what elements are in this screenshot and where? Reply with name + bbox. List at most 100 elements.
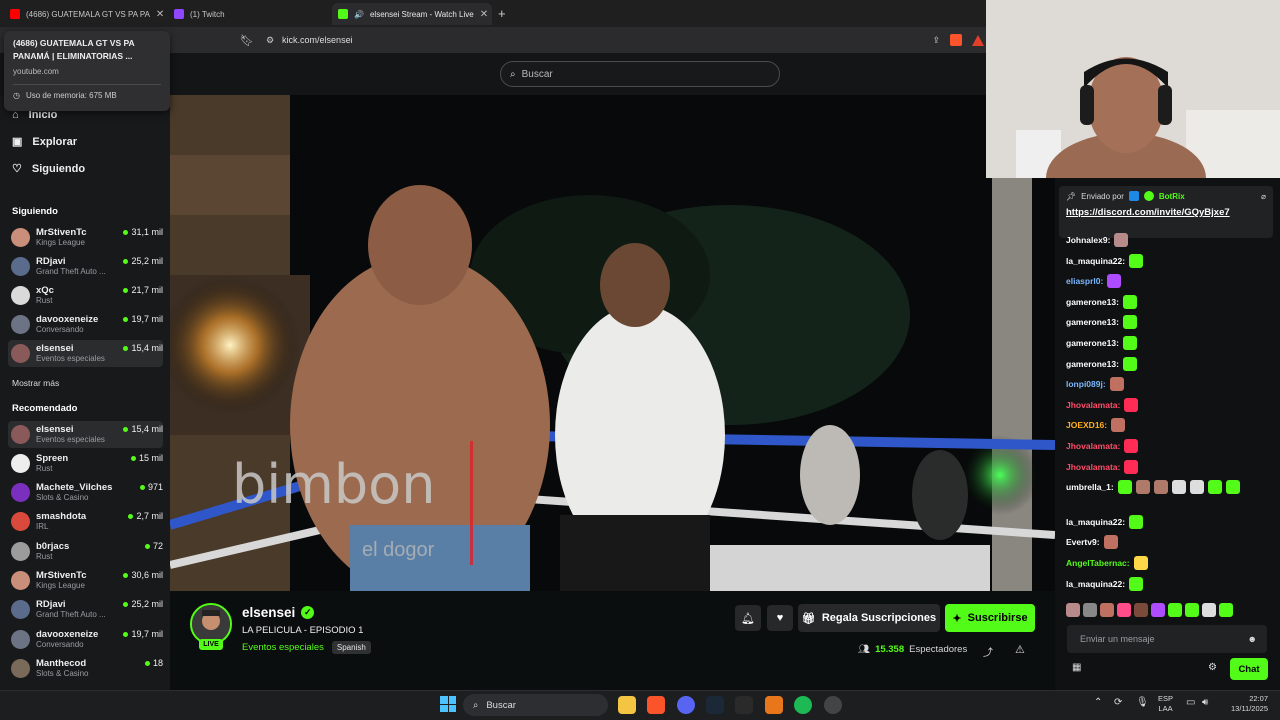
address-bar[interactable]: 🔖︎ ⚙ kick.com/elsensei ⇪ [240, 31, 990, 49]
chat-username[interactable]: Evertv9: [1066, 537, 1100, 547]
quick-emote-icon[interactable] [1100, 603, 1114, 617]
sidebar-rec-davooxeneize[interactable]: davooxeneize Conversando 19,7 mil [8, 626, 163, 653]
microphone-icon[interactable]: 🎙︎ [1136, 697, 1149, 708]
emote-icon[interactable] [1109, 377, 1124, 391]
gear-icon[interactable]: ⚙ [1208, 662, 1217, 673]
quick-emote-icon[interactable] [1202, 603, 1216, 617]
channel-title[interactable]: elsensei ✓ [242, 605, 315, 620]
emote-icon[interactable] [1122, 357, 1137, 371]
emote-icon[interactable] [1124, 460, 1139, 474]
emote-icon[interactable] [1153, 480, 1168, 494]
brave-icon[interactable] [647, 696, 665, 714]
close-icon[interactable]: ✕ [480, 9, 488, 20]
search-input[interactable]: ⌕ Buscar [500, 61, 780, 87]
emote-icon[interactable] [1189, 480, 1204, 494]
brave-rewards-icon[interactable] [972, 34, 984, 46]
sidebar-channel-davooxeneize[interactable]: davooxeneize Conversando 19,7 mil [8, 311, 163, 338]
site-info-icon[interactable]: ⚙ [266, 35, 274, 46]
quick-emote-icon[interactable] [1117, 603, 1131, 617]
quick-emote-icon[interactable] [1134, 603, 1148, 617]
gift-subs-button[interactable]: 🎁︎ Regala Suscripciones [798, 604, 940, 632]
emote-icon[interactable] [1135, 480, 1150, 494]
quick-emote-icon[interactable] [1168, 603, 1182, 617]
chat-username[interactable]: umbrella_1: [1066, 482, 1114, 492]
emote-icon[interactable] [1171, 480, 1186, 494]
quick-emote-icon[interactable] [1066, 603, 1080, 617]
video-player[interactable]: bimbon el dogor [170, 95, 1055, 591]
sidebar-rec-machete-vilches[interactable]: Machete_Vilches Slots & Casino 971 [8, 479, 163, 506]
sidebar-rec-b0rjacs[interactable]: b0rjacs Rust 72 [8, 538, 163, 565]
chat-username[interactable]: Jhovalamata: [1066, 462, 1120, 472]
report-icon[interactable]: ⚠ [1015, 643, 1025, 656]
discord-icon[interactable] [677, 696, 695, 714]
taskbar-search[interactable]: ⌕ Buscar [463, 694, 608, 716]
browser-tab-twitch[interactable]: (1) Twitch [168, 3, 328, 25]
new-tab-button[interactable]: + [498, 6, 506, 21]
quick-emote-icon[interactable] [1185, 603, 1199, 617]
chat-username[interactable]: gamerone13: [1066, 297, 1119, 307]
obs-icon[interactable] [824, 696, 842, 714]
emote-icon[interactable] [1124, 398, 1139, 412]
chat-send-button[interactable]: Chat [1230, 658, 1268, 680]
subscribe-button[interactable]: ✦ Suscribirse [945, 604, 1035, 632]
emote-icon[interactable] [1111, 418, 1126, 432]
quick-emote-icon[interactable] [1219, 603, 1233, 617]
emote-icon[interactable] [1122, 295, 1137, 309]
chat-username[interactable]: eliasprl0: [1066, 276, 1103, 286]
chat-username[interactable]: AngelTabernac: [1066, 558, 1130, 568]
app-icon[interactable] [765, 696, 783, 714]
emote-icon[interactable] [1107, 274, 1122, 288]
sidebar-channel-rdjavi[interactable]: RDjavi Grand Theft Auto ... 25,2 mil [8, 253, 163, 280]
bookmark-icon[interactable]: 🔖︎ [240, 34, 254, 47]
emote-icon[interactable] [1103, 535, 1118, 549]
emote-icon[interactable] [1114, 233, 1129, 247]
chevron-up-icon[interactable]: ⌃ [1094, 697, 1102, 708]
chat-input[interactable]: Enviar un mensaje ☻ [1067, 625, 1267, 653]
chat-username[interactable]: la_maquina22: [1066, 517, 1125, 527]
emote-icon[interactable] [1133, 556, 1148, 570]
emote-icon[interactable] [1129, 515, 1144, 529]
sidebar-nav-explorar[interactable]: ▣ Explorar [12, 135, 77, 149]
chat-username[interactable]: gamerone13: [1066, 317, 1119, 327]
keyboard-language[interactable]: ESP LAA [1158, 694, 1173, 714]
emote-icon[interactable] [1129, 577, 1144, 591]
follow-button[interactable]: ♥ [767, 605, 793, 631]
chat-username[interactable]: Johnalex9: [1066, 235, 1110, 245]
close-icon[interactable]: ✕ [156, 9, 164, 20]
gift-icon[interactable]: ▦ [1072, 662, 1081, 673]
share-icon[interactable]: ⇪ [932, 35, 940, 46]
emote-icon[interactable] [1124, 439, 1139, 453]
sidebar-rec-mrstiventc[interactable]: MrStivenTc Kings League 30,6 mil [8, 567, 163, 594]
show-more-link[interactable]: Mostrar más [12, 378, 59, 388]
spotify-icon[interactable] [794, 696, 812, 714]
emote-icon[interactable] [1117, 480, 1132, 494]
network-icon[interactable]: ▭ [1186, 697, 1195, 708]
epic-games-icon[interactable] [735, 696, 753, 714]
file-explorer-icon[interactable] [618, 696, 636, 714]
steam-icon[interactable] [706, 696, 724, 714]
chat-username[interactable]: gamerone13: [1066, 338, 1119, 348]
quick-emote-icon[interactable] [1151, 603, 1165, 617]
sidebar-rec-elsensei[interactable]: elsensei Eventos especiales 15,4 mil [8, 421, 163, 448]
sidebar-rec-rdjavi[interactable]: RDjavi Grand Theft Auto ... 25,2 mil [8, 596, 163, 623]
pinned-link[interactable]: https://discord.com/invite/GQyBjxe7 [1066, 207, 1266, 218]
chat-username[interactable]: lonpi089j: [1066, 379, 1106, 389]
chat-username[interactable]: gamerone13: [1066, 359, 1119, 369]
unpin-icon[interactable]: ⌀ [1261, 192, 1266, 201]
share-icon[interactable]: ⤴ [983, 644, 993, 659]
emote-icon[interactable] [1129, 254, 1144, 268]
quick-emote-icon[interactable] [1083, 603, 1097, 617]
sidebar-rec-smashdota[interactable]: smashdota IRL 2,7 mil [8, 508, 163, 535]
notification-bell-button[interactable]: 🔔︎ [735, 605, 761, 631]
sidebar-rec-spreen[interactable]: Spreen Rust 15 mil [8, 450, 163, 477]
stream-category-link[interactable]: Eventos especiales [242, 642, 324, 653]
language-tag[interactable]: Spanish [331, 641, 371, 654]
volume-icon[interactable]: 🔊︎ [1202, 697, 1208, 708]
browser-tab-youtube[interactable]: (4686) GUATEMALA GT VS PA PA ✕ [4, 3, 164, 25]
emote-icon[interactable] [1225, 480, 1240, 494]
chat-username[interactable]: Jhovalamata: [1066, 400, 1120, 410]
taskbar-clock[interactable]: 22:07 13/11/2025 [1222, 694, 1268, 714]
sidebar-nav-siguiendo[interactable]: ♡ Siguiendo [12, 162, 85, 176]
sync-icon[interactable]: ⟳ [1114, 697, 1122, 708]
chat-username[interactable]: JOEXD16: [1066, 420, 1107, 430]
